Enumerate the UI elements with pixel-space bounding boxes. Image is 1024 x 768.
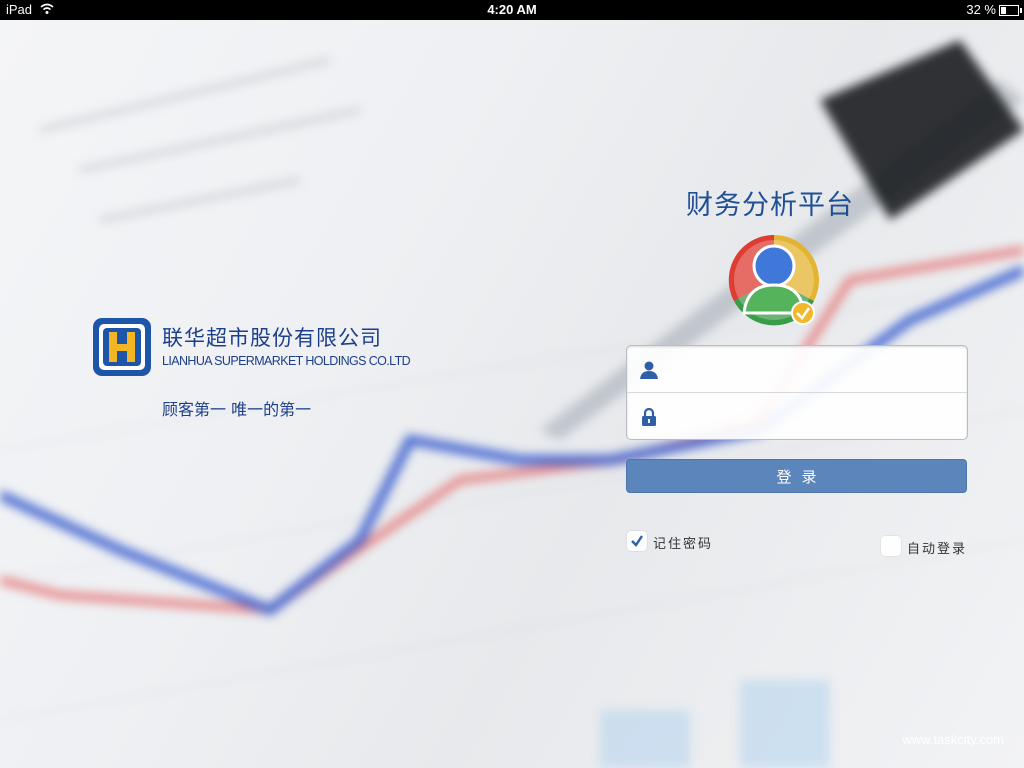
app-title: 财务分析平台	[686, 190, 854, 221]
battery-icon	[999, 5, 1022, 16]
company-logo-icon	[91, 316, 153, 378]
battery-level	[1001, 7, 1006, 14]
status-bar: iPad 4:20 AM 32 %	[0, 0, 1024, 20]
login-form	[626, 345, 968, 440]
battery-percentage: 32 %	[966, 2, 996, 17]
status-time: 4:20 AM	[487, 2, 537, 17]
password-input[interactable]	[669, 399, 958, 433]
company-slogan: 顾客第一 唯一的第一	[162, 400, 312, 419]
user-icon	[639, 360, 659, 380]
user-avatar-icon	[727, 233, 821, 327]
company-name-en: LIANHUA SUPERMARKET HOLDINGS CO.LTD	[162, 354, 411, 368]
username-row	[627, 346, 967, 393]
login-button[interactable]: 登录	[626, 459, 967, 493]
lock-icon	[639, 407, 659, 427]
checkmark-icon	[631, 535, 643, 547]
company-brand: 联华超市股份有限公司 LIANHUA SUPERMARKET HOLDINGS …	[91, 316, 451, 436]
password-row	[627, 393, 967, 439]
remember-password-label: 记住密码	[653, 537, 714, 552]
remember-password-checkbox[interactable]	[627, 531, 647, 551]
auto-login-label: 自动登录	[907, 542, 968, 557]
company-name-cn: 联华超市股份有限公司	[162, 326, 382, 350]
username-input[interactable]	[669, 352, 958, 386]
watermark-text: www.taskcity.com	[902, 732, 1004, 747]
auto-login-checkbox[interactable]	[881, 536, 901, 556]
